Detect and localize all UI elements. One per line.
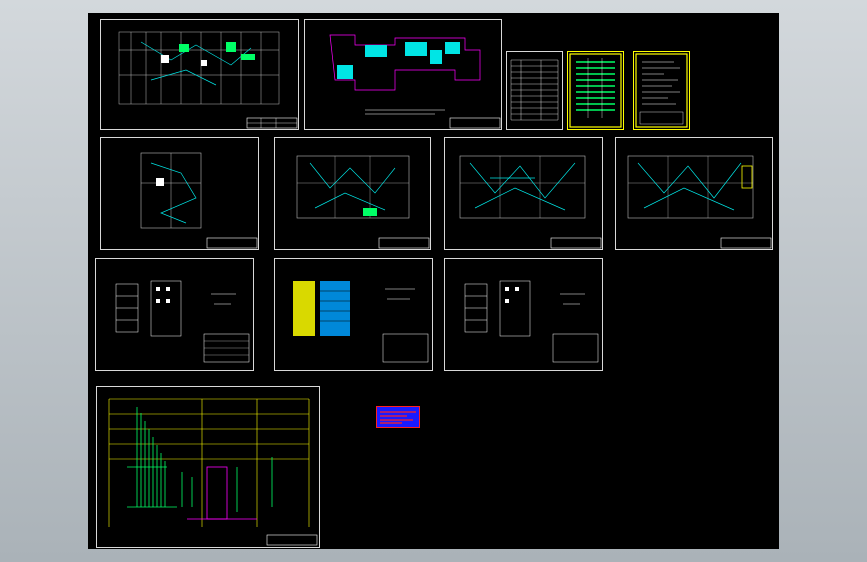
lighting-plan-2-drawing bbox=[459, 155, 602, 249]
sheet-notes[interactable] bbox=[633, 51, 690, 130]
lighting-plan-1-drawing bbox=[296, 155, 430, 249]
sheet-lighting-plan-3[interactable] bbox=[615, 137, 773, 250]
sheet-riser-diagram-2[interactable] bbox=[274, 258, 433, 371]
sheet-floor-plan-1[interactable] bbox=[100, 19, 299, 130]
riser-diagram-3-drawing bbox=[464, 280, 599, 363]
sheet-riser-diagram-1[interactable] bbox=[95, 258, 254, 371]
small-plan-drawing bbox=[140, 152, 258, 249]
sheet-lighting-plan-1[interactable] bbox=[274, 137, 431, 250]
sheet-riser-diagram-3[interactable] bbox=[444, 258, 603, 371]
sheet-legend-table[interactable] bbox=[506, 51, 563, 130]
site-plan-drawing bbox=[329, 34, 501, 129]
notes-drawing bbox=[635, 53, 688, 128]
floor-plan-drawing bbox=[118, 31, 298, 129]
riser-diagram-2-drawing bbox=[293, 281, 429, 363]
riser-diagram-1-drawing bbox=[115, 280, 250, 363]
lighting-plan-3-drawing bbox=[627, 155, 772, 249]
sheet-lighting-plan-2[interactable] bbox=[444, 137, 603, 250]
system-diagram-drawing bbox=[108, 398, 318, 546]
sheet-red-table[interactable] bbox=[376, 406, 420, 428]
sheet-small-plan[interactable] bbox=[100, 137, 259, 250]
sheet-system-diagram[interactable] bbox=[96, 386, 320, 548]
sheet-equipment-list[interactable] bbox=[567, 51, 624, 130]
legend-table-drawing bbox=[510, 59, 559, 121]
equipment-list-drawing bbox=[569, 53, 622, 128]
red-table-drawing bbox=[380, 411, 416, 424]
sheet-site-plan[interactable] bbox=[304, 19, 502, 130]
drawing-canvas[interactable] bbox=[88, 13, 779, 549]
